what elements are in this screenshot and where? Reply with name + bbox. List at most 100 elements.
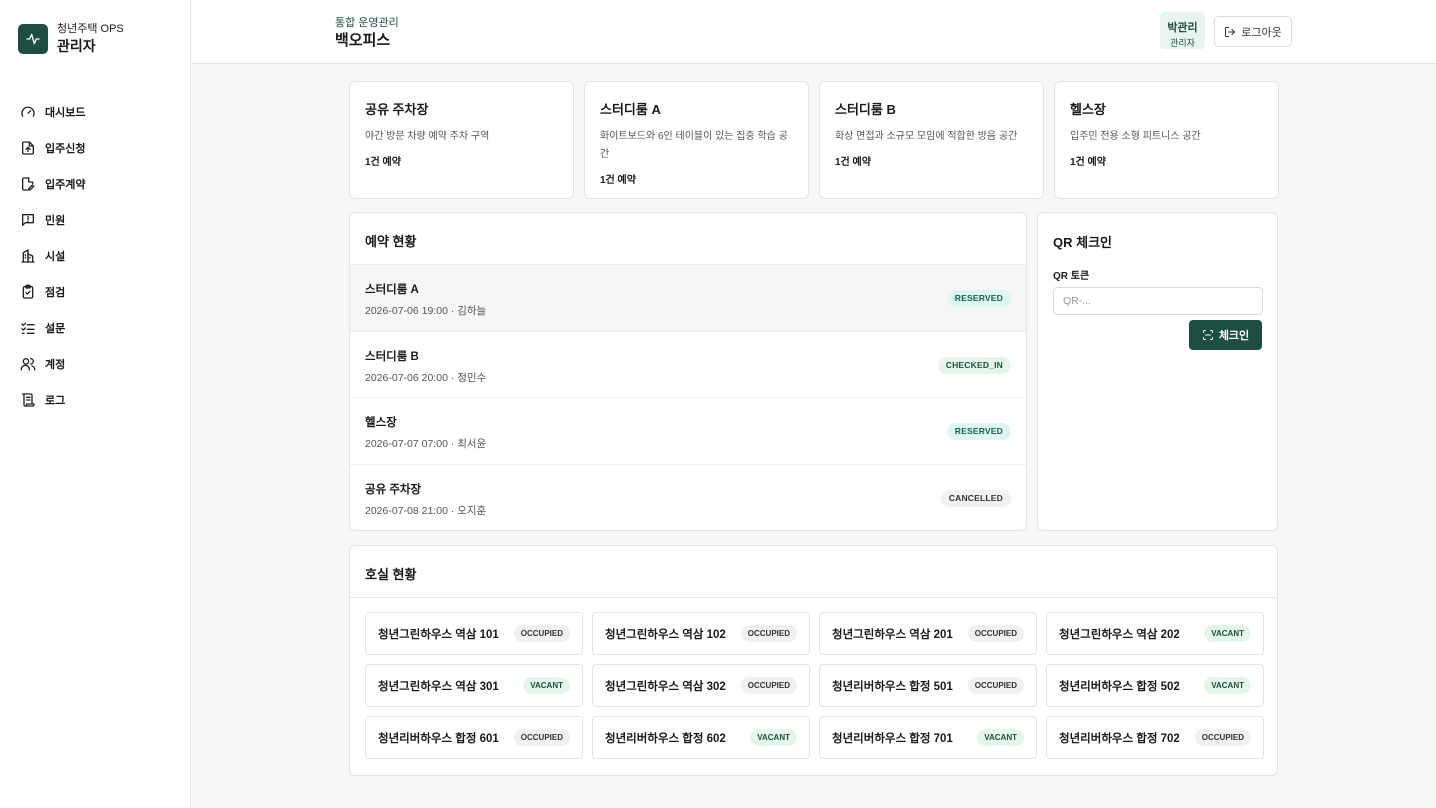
sidebar-item-inspections[interactable]: 점검 [20, 274, 180, 310]
reservation-meta: 2026-07-06 19:00 · 김하늘 [365, 305, 487, 317]
room-name: 청년리버하우스 합정 601 [378, 732, 499, 745]
sidebar-item-facilities[interactable]: 시설 [20, 238, 180, 274]
room-card[interactable]: 청년리버하우스 합정 501 OCCUPIED [819, 664, 1037, 707]
reservation-facility: 공유 주차장 [365, 483, 422, 496]
sidebar-item-label: 점검 [45, 287, 66, 299]
brand-title: 관리자 [57, 38, 96, 54]
rooms-grid: 청년그린하우스 역삼 101 OCCUPIED 청년그린하우스 역삼 102 OCC… [365, 612, 1264, 759]
room-card[interactable]: 청년그린하우스 역삼 202 VACANT [1046, 612, 1264, 655]
room-name: 청년그린하우스 역삼 101 [378, 628, 499, 641]
room-card[interactable]: 청년리버하우스 합정 702 OCCUPIED [1046, 716, 1264, 759]
rooms-title: 호실 현황 [365, 567, 417, 582]
room-status-badge: OCCUPIED [513, 625, 570, 642]
sidebar-item-label: 계정 [45, 359, 66, 371]
room-status-badge: OCCUPIED [967, 625, 1024, 642]
list-checks-icon [21, 322, 35, 334]
sidebar-item-complaints[interactable]: 민원 [20, 202, 180, 238]
room-status-badge: OCCUPIED [740, 677, 797, 694]
sidebar-item-accounts[interactable]: 계정 [20, 346, 180, 382]
reservation-facility: 스터디룸 B [365, 350, 419, 363]
status-badge: RESERVED [946, 423, 1011, 440]
status-badge: CHECKED_IN [937, 356, 1011, 374]
reservations-panel: 예약 현황 스터디룸 A 2026-07-06 19:00 · 김하늘 RESE… [349, 212, 1027, 531]
room-card[interactable]: 청년그린하우스 역삼 302 OCCUPIED [592, 664, 810, 707]
sidebar-item-applications[interactable]: 입주신청 [20, 130, 180, 166]
facility-title: 공유 주차장 [365, 102, 429, 117]
users-icon [20, 358, 36, 371]
page-subtitle: 통합 운영관리 [335, 17, 399, 29]
room-status-badge: VACANT [750, 729, 797, 746]
status-badge: RESERVED [946, 290, 1011, 307]
sidebar: 청년주택 OPS 관리자 대시보드 입주신청 입주계약 민원 시설 점검 설문 … [0, 0, 191, 808]
facility-reservation-count: 1건 예약 [1070, 157, 1106, 168]
reservation-row[interactable]: 공유 주차장 2026-07-08 21:00 · 오지훈 CANCELLED [350, 465, 1026, 531]
facility-description: 화이트보드와 6인 테이블이 있는 집중 학습 공간 [600, 131, 788, 160]
room-status-badge: OCCUPIED [740, 625, 797, 642]
reservation-row[interactable]: 헬스장 2026-07-07 07:00 · 최서윤 RESERVED [350, 398, 1026, 465]
room-name: 청년리버하우스 합정 501 [832, 680, 953, 693]
room-name: 청년그린하우스 역삼 302 [605, 680, 726, 693]
top-header: 통합 운영관리 백오피스 박관리 관리자 로그아웃 [192, 0, 1436, 64]
checkin-button[interactable]: 체크인 [1189, 320, 1262, 350]
room-card[interactable]: 청년리버하우스 합정 602 VACANT [592, 716, 810, 759]
gauge-icon [21, 106, 35, 117]
logout-label: 로그아웃 [1241, 26, 1282, 39]
room-status-badge: OCCUPIED [513, 729, 570, 746]
room-status-badge: VACANT [1204, 625, 1251, 642]
logout-button[interactable]: 로그아웃 [1214, 16, 1292, 47]
facility-title: 스터디룸 B [835, 102, 896, 117]
room-card[interactable]: 청년그린하우스 역삼 102 OCCUPIED [592, 612, 810, 655]
brand: 청년주택 OPS 관리자 [18, 22, 124, 56]
room-name: 청년그린하우스 역삼 202 [1059, 628, 1180, 641]
qr-token-input[interactable] [1053, 287, 1263, 315]
room-card[interactable]: 청년그린하우스 역삼 301 VACANT [365, 664, 583, 707]
facility-reservation-count: 1건 예약 [835, 157, 871, 168]
room-name: 청년그린하우스 역삼 102 [605, 628, 726, 641]
facility-description: 야간 방문 차량 예약 주차 구역 [365, 131, 490, 142]
room-name: 청년리버하우스 합정 502 [1059, 680, 1180, 693]
sidebar-item-logs[interactable]: 로그 [20, 382, 180, 418]
reservation-row[interactable]: 스터디룸 A 2026-07-06 19:00 · 김하늘 RESERVED [350, 265, 1026, 332]
facility-card[interactable]: 헬스장 입주민 전용 소형 피트니스 공간 1건 예약 [1054, 81, 1279, 199]
room-name: 청년리버하우스 합정 702 [1059, 732, 1180, 745]
sidebar-item-contracts[interactable]: 입주계약 [20, 166, 180, 202]
room-status-badge: OCCUPIED [1194, 729, 1251, 746]
user-chip: 박관리 관리자 [1160, 12, 1205, 49]
room-name: 청년리버하우스 합정 701 [832, 732, 953, 745]
room-name: 청년그린하우스 역삼 201 [832, 628, 953, 641]
sidebar-nav: 대시보드 입주신청 입주계약 민원 시설 점검 설문 계정 로그 [20, 94, 180, 418]
message-alert-icon [22, 214, 34, 226]
facility-card[interactable]: 스터디룸 B 화상 면접과 소규모 모임에 적합한 방음 공간 1건 예약 [819, 81, 1044, 199]
facility-card[interactable]: 스터디룸 A 화이트보드와 6인 테이블이 있는 집중 학습 공간 1건 예약 [584, 81, 809, 199]
user-role: 관리자 [1170, 38, 1195, 48]
room-card[interactable]: 청년그린하우스 역삼 201 OCCUPIED [819, 612, 1037, 655]
reservation-row[interactable]: 스터디룸 B 2026-07-06 20:00 · 정민수 CHECKED_IN [350, 332, 1026, 398]
sidebar-item-label: 로그 [45, 395, 66, 407]
room-name: 청년그린하우스 역삼 301 [378, 680, 499, 693]
room-card[interactable]: 청년리버하우스 합정 601 OCCUPIED [365, 716, 583, 759]
facility-card[interactable]: 공유 주차장 야간 방문 차량 예약 주차 구역 1건 예약 [349, 81, 574, 199]
room-card[interactable]: 청년리버하우스 합정 701 VACANT [819, 716, 1037, 759]
facility-description: 입주민 전용 소형 피트니스 공간 [1070, 131, 1201, 142]
facility-reservation-count: 1건 예약 [600, 175, 636, 186]
facility-title: 스터디룸 A [600, 102, 661, 117]
status-badge: CANCELLED [940, 489, 1011, 507]
room-card[interactable]: 청년리버하우스 합정 502 VACANT [1046, 664, 1264, 707]
reservation-facility: 스터디룸 A [365, 284, 419, 296]
file-edit-icon [22, 177, 35, 191]
facility-description: 화상 면접과 소규모 모임에 적합한 방음 공간 [835, 131, 1018, 142]
sidebar-item-surveys[interactable]: 설문 [20, 310, 180, 346]
reservation-facility: 헬스장 [365, 417, 397, 429]
room-status-badge: VACANT [1204, 677, 1251, 694]
scroll-icon [22, 393, 35, 407]
page-title: 백오피스 [335, 32, 391, 49]
logout-icon [1225, 26, 1236, 37]
qr-token-label: QR 토큰 [1053, 271, 1090, 282]
sidebar-item-label: 입주신청 [45, 143, 86, 155]
brand-subtitle: 청년주택 OPS [57, 23, 124, 35]
sidebar-item-label: 입주계약 [45, 179, 86, 191]
room-status-badge: OCCUPIED [967, 677, 1024, 694]
sidebar-item-dashboard[interactable]: 대시보드 [20, 94, 180, 130]
room-card[interactable]: 청년그린하우스 역삼 101 OCCUPIED [365, 612, 583, 655]
activity-icon [18, 24, 48, 54]
